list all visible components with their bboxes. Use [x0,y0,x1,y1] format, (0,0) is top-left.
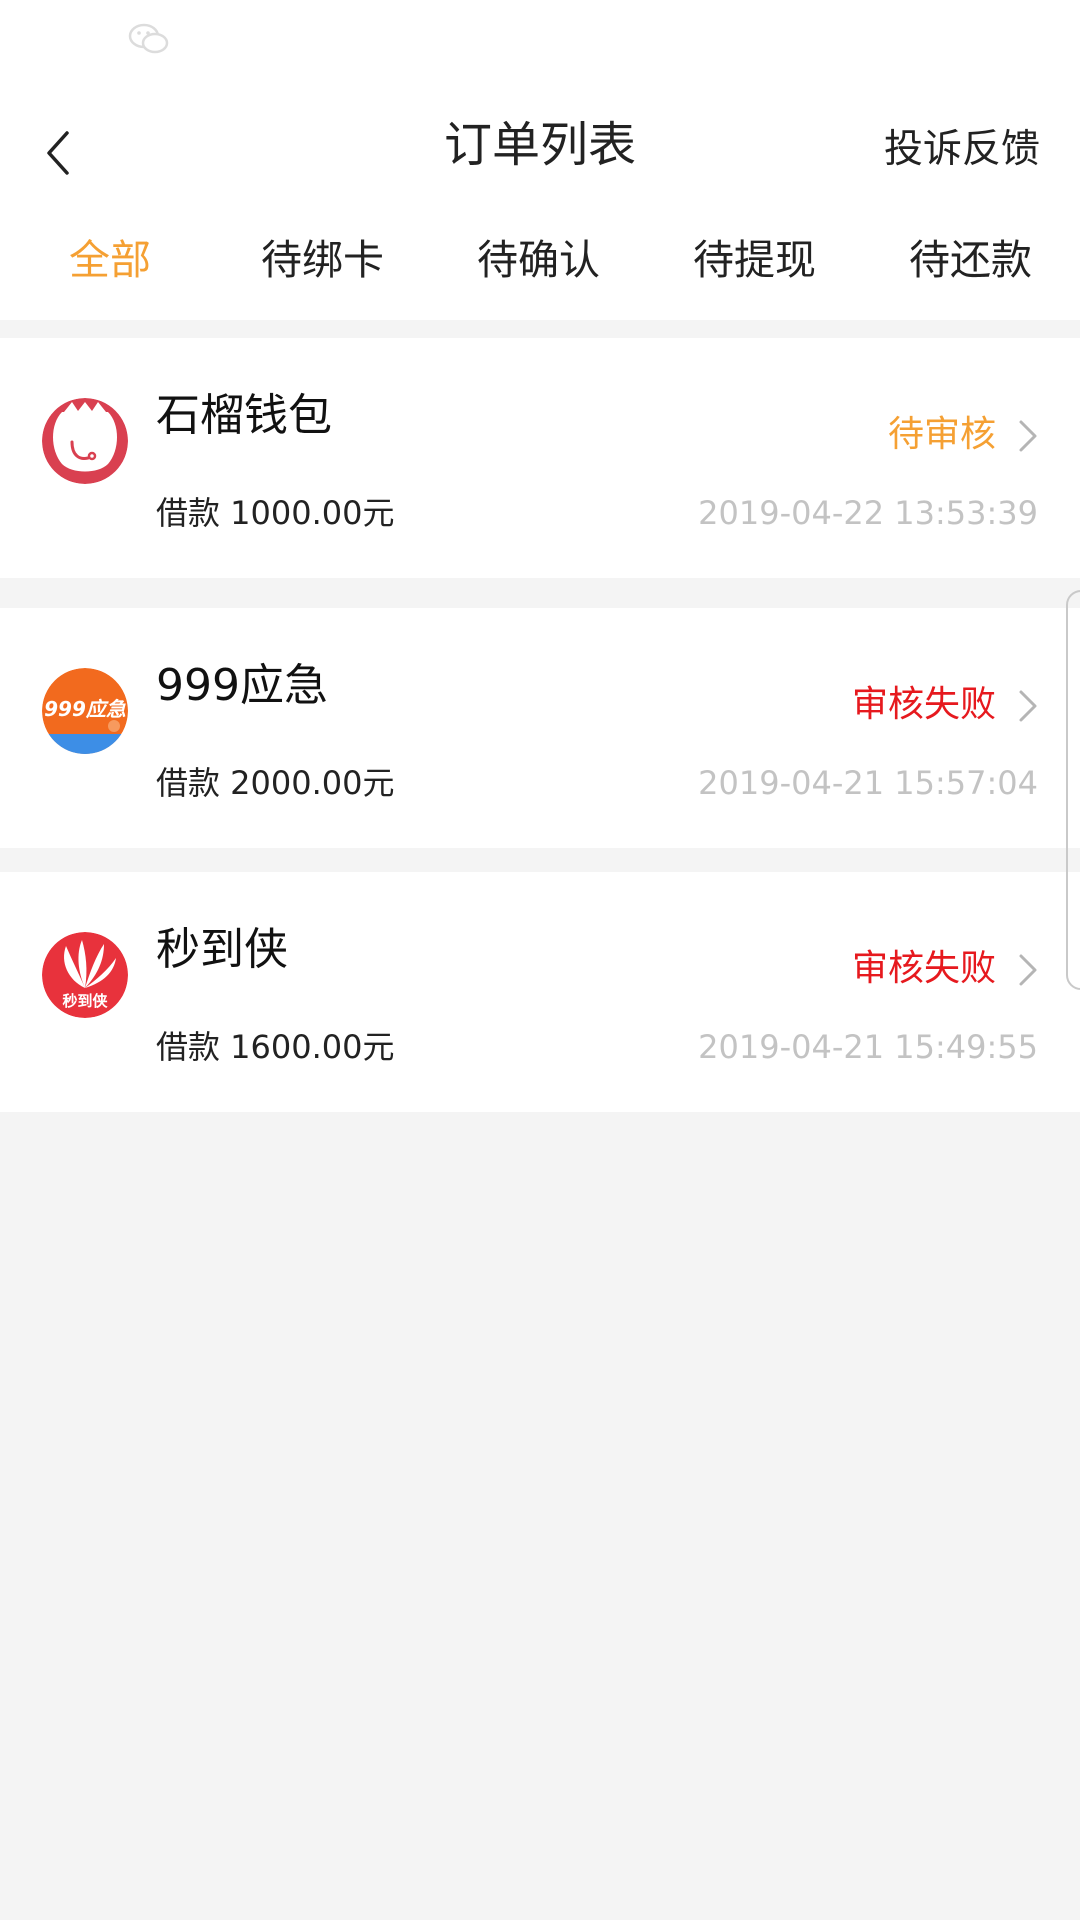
chevron-right-icon [1019,954,1037,986]
back-button[interactable] [30,113,86,193]
miaodaoxia-logo-icon: 秒到侠 [42,932,128,1018]
app-name: 秒到侠 [156,924,288,975]
side-edge-handle[interactable] [1066,590,1080,990]
wechat-notification-icon [128,23,169,54]
order-card[interactable]: 秒到侠 秒到侠 审核失败 借款 1600.00元 2019-04-21 15:4… [0,872,1080,1112]
tab-pending-confirm[interactable]: 待确认 [456,200,621,320]
tab-pending-bind-card[interactable]: 待绑卡 [240,200,405,320]
order-time: 2019-04-21 15:57:04 [698,764,1038,802]
tab-pending-repay[interactable]: 待还款 [888,200,1053,320]
loan-amount: 借款 1600.00元 [156,1028,395,1066]
pomegranate-logo-icon [42,398,128,484]
999-emergency-logo-text: 999应急 [44,697,126,721]
order-card[interactable]: 石榴钱包 待审核 借款 1000.00元 2019-04-22 13:53:39 [0,338,1080,578]
loan-amount: 借款 1000.00元 [156,494,395,532]
order-status-badge: 审核失败 [851,948,996,989]
order-card[interactable]: 999应急 999应急 审核失败 借款 2000.00元 2019-04-21 … [0,608,1080,848]
chevron-right-icon [1019,690,1037,722]
page-title: 订单列表 [443,117,636,173]
app-name: 999应急 [156,660,328,711]
order-status-tabs: 全部 待绑卡 待确认 待提现 待还款 [0,200,1080,320]
order-status-badge: 审核失败 [851,684,996,725]
tab-pending-withdraw[interactable]: 待提现 [672,200,837,320]
order-time: 2019-04-21 15:49:55 [698,1028,1038,1066]
chevron-left-icon [47,131,69,175]
app-name: 石榴钱包 [156,390,332,441]
status-bar [0,0,1080,80]
chevron-right-icon [1019,420,1037,452]
999-emergency-logo-icon: 999应急 [42,668,128,754]
miaodaoxia-logo-text: 秒到侠 [62,992,108,1010]
header: 订单列表 投诉反馈 全部 待绑卡 待确认 待提现 待还款 [0,80,1080,320]
order-time: 2019-04-22 13:53:39 [698,494,1038,532]
complaint-feedback-button[interactable]: 投诉反馈 [884,112,1040,188]
tab-all[interactable]: 全部 [40,200,180,320]
loan-amount: 借款 2000.00元 [156,764,395,802]
order-status-badge: 待审核 [887,414,996,455]
